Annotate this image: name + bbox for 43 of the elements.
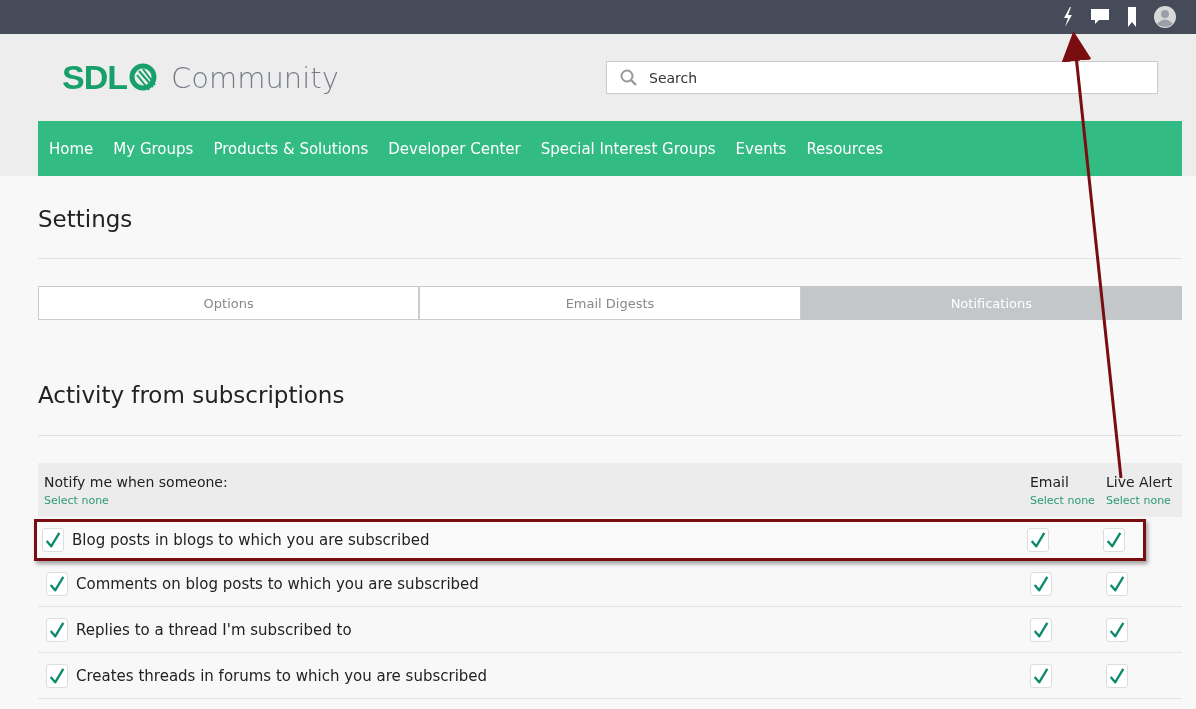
checkbox[interactable]	[1106, 617, 1128, 642]
checkbox[interactable]	[1106, 663, 1128, 688]
select-none-link[interactable]: Select none	[1030, 493, 1106, 507]
row-label: Blog posts in blogs to which you are subscribed	[72, 531, 430, 549]
row-label: Replies to a thread I'm subscribed to	[76, 620, 352, 639]
lightning-icon[interactable]	[1062, 7, 1074, 27]
search-field[interactable]: Search	[606, 61, 1158, 94]
tab[interactable]: Notifications	[800, 286, 1182, 320]
checkbox[interactable]	[1030, 663, 1052, 688]
checkbox[interactable]	[46, 571, 68, 596]
nav-link[interactable]: Special Interest Groups	[540, 139, 716, 158]
column-heading: Email	[1030, 473, 1070, 490]
search-icon	[620, 69, 638, 87]
checkbox[interactable]	[1027, 528, 1049, 552]
checkbox[interactable]	[1103, 528, 1125, 552]
checkbox[interactable]	[46, 663, 68, 688]
checkbox[interactable]	[1106, 571, 1128, 596]
tab[interactable]: Options	[38, 286, 420, 320]
select-none-link[interactable]: Select none	[1106, 493, 1182, 507]
row-label: Comments on blog posts to which you are subscribed	[76, 574, 479, 593]
select-none-link[interactable]: Select none	[44, 493, 1030, 507]
section-title: Activity from subscriptions	[38, 381, 346, 410]
page-title: Settings	[38, 205, 134, 234]
nav-link[interactable]: Resources	[806, 139, 883, 158]
row-label: Creates threads in forums to which you are subscribed	[76, 666, 488, 685]
checkbox[interactable]	[1030, 571, 1052, 596]
nav-link[interactable]: My Groups	[113, 139, 194, 158]
nav-link[interactable]: Developer Center	[388, 139, 521, 158]
avatar-icon[interactable]	[1154, 6, 1176, 28]
nav-link[interactable]: Products & Solutions	[213, 139, 369, 158]
checkbox[interactable]	[42, 528, 64, 552]
tab[interactable]: Email Digests	[419, 286, 801, 320]
community-title: Community	[171, 60, 339, 95]
logo-text: SDL	[62, 58, 127, 97]
globe-icon	[129, 62, 159, 93]
column-heading: Live Alert	[1106, 473, 1174, 490]
column-heading: Notify me when someone:	[44, 473, 229, 490]
bookmark-icon[interactable]	[1126, 7, 1138, 27]
chat-icon[interactable]	[1090, 8, 1110, 26]
checkbox[interactable]	[1030, 617, 1052, 642]
nav-link[interactable]: Home	[49, 139, 94, 158]
checkbox[interactable]	[46, 617, 68, 642]
nav-link[interactable]: Events	[735, 139, 787, 158]
